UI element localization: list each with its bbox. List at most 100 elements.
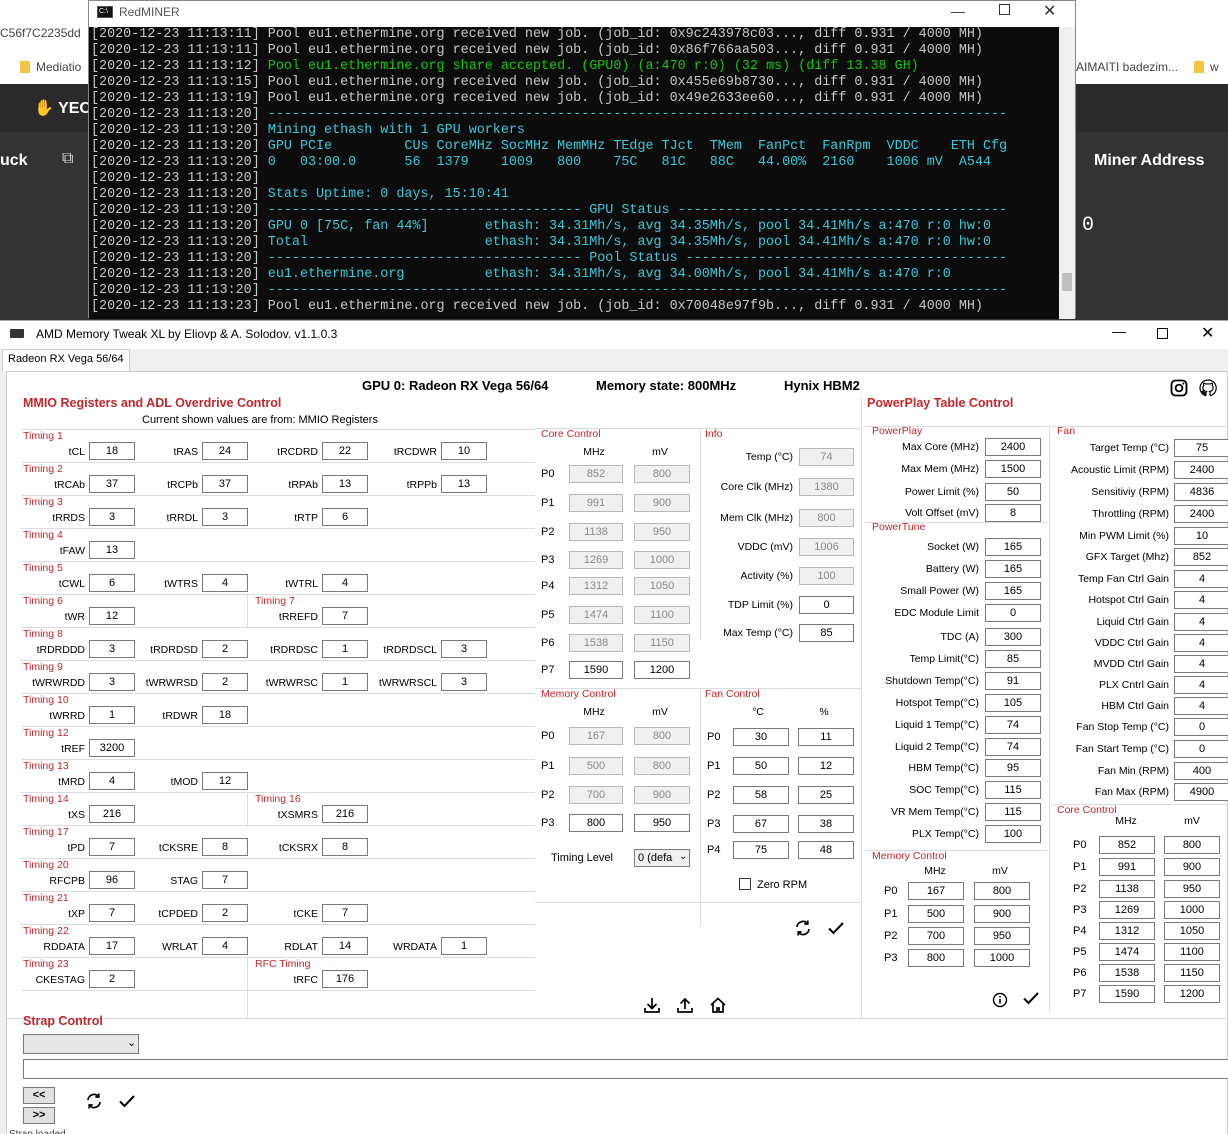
powertune-input[interactable]: 105 <box>985 694 1041 712</box>
powertune-input[interactable]: 85 <box>985 650 1041 668</box>
pp-core-mv-input[interactable]: 900 <box>1164 858 1220 876</box>
timing-input-txs[interactable]: 216 <box>89 805 135 823</box>
pp-fan-input[interactable]: 4 <box>1174 613 1228 631</box>
info-input[interactable]: 85 <box>799 624 854 642</box>
pp-mem-mv-input[interactable]: 1000 <box>974 949 1030 967</box>
fan-pct-input[interactable]: 12 <box>798 757 854 775</box>
timing-input-tcl[interactable]: 18 <box>89 442 135 460</box>
scrollbar-thumb[interactable] <box>1062 273 1072 291</box>
pp-fan-input[interactable]: 2400 <box>1174 505 1228 523</box>
pp-fan-input[interactable]: 4 <box>1174 655 1228 673</box>
timing-input-trfc[interactable]: 176 <box>322 970 368 988</box>
download-icon[interactable] <box>641 994 663 1016</box>
timing-input-trppb[interactable]: 13 <box>441 475 487 493</box>
timing-input-txp[interactable]: 7 <box>89 904 135 922</box>
bookmark-aimaiti[interactable]: AIMAITI badezim... <box>1076 60 1178 78</box>
close-icon[interactable]: ✕ <box>1043 1 1056 21</box>
pp-core-mhz-input[interactable]: 1474 <box>1099 943 1155 961</box>
powerplay-input[interactable]: 2400 <box>985 438 1041 456</box>
github-icon[interactable] <box>1197 377 1219 399</box>
timing-input-tmod[interactable]: 12 <box>202 772 248 790</box>
info-icon[interactable] <box>989 989 1011 1011</box>
timing-input-twr[interactable]: 12 <box>89 607 135 625</box>
strap-text-input[interactable] <box>23 1059 1228 1079</box>
timing-input-trrefd[interactable]: 7 <box>322 607 368 625</box>
fan-pct-input[interactable]: 48 <box>798 841 854 859</box>
pp-core-mhz-input[interactable]: 1312 <box>1099 922 1155 940</box>
timing-input-tcksre[interactable]: 8 <box>202 838 248 856</box>
pp-mem-mv-input[interactable]: 900 <box>974 905 1030 923</box>
pp-core-mhz-input[interactable]: 1590 <box>1099 985 1155 1003</box>
pp-fan-input[interactable]: 4 <box>1174 697 1228 715</box>
powertune-input[interactable]: 115 <box>985 803 1041 821</box>
external-link-icon[interactable]: ⧉ <box>62 150 73 168</box>
pp-apply-check-icon[interactable] <box>1020 987 1042 1009</box>
timing-input-tfaw[interactable]: 13 <box>89 541 135 559</box>
pp-mem-mhz-input[interactable]: 167 <box>908 882 964 900</box>
pp-fan-input[interactable]: 4836 <box>1174 483 1228 501</box>
pp-core-mhz-input[interactable]: 991 <box>1099 858 1155 876</box>
pp-core-mhz-input[interactable]: 852 <box>1099 836 1155 854</box>
timing-input-twrwrscl[interactable]: 3 <box>441 673 487 691</box>
fan-pct-input[interactable]: 38 <box>798 815 854 833</box>
timing-input-tpd[interactable]: 7 <box>89 838 135 856</box>
timing-input-tcksrx[interactable]: 8 <box>322 838 368 856</box>
pp-fan-input[interactable]: 0 <box>1174 740 1228 758</box>
timing-input-rddata[interactable]: 17 <box>89 937 135 955</box>
pp-mem-mhz-input[interactable]: 800 <box>908 949 964 967</box>
powertune-input[interactable]: 165 <box>985 582 1041 600</box>
refresh-icon[interactable] <box>792 917 814 939</box>
timing-input-tmrd[interactable]: 4 <box>89 772 135 790</box>
pp-fan-input[interactable]: 400 <box>1174 762 1228 780</box>
strap-refresh-icon[interactable] <box>83 1090 105 1112</box>
powertune-input[interactable]: 300 <box>985 628 1041 646</box>
powertune-input[interactable]: 74 <box>985 738 1041 756</box>
timing-input-trdrdscl[interactable]: 3 <box>441 640 487 658</box>
prev-strap-button[interactable]: << <box>23 1087 55 1104</box>
pp-core-mv-input[interactable]: 1000 <box>1164 901 1220 919</box>
fan-temp-input[interactable]: 75 <box>733 841 789 859</box>
powerplay-input[interactable]: 1500 <box>985 460 1041 478</box>
upload-icon[interactable] <box>674 994 696 1016</box>
pp-core-mv-input[interactable]: 1100 <box>1164 943 1220 961</box>
pp-fan-input[interactable]: 4 <box>1174 591 1228 609</box>
minimize-icon[interactable]: — <box>951 3 965 19</box>
powertune-input[interactable]: 115 <box>985 781 1041 799</box>
pp-fan-input[interactable]: 4 <box>1174 634 1228 652</box>
fan-temp-input[interactable]: 58 <box>733 786 789 804</box>
timing-input-tcke[interactable]: 7 <box>322 904 368 922</box>
timing-input-txsmrs[interactable]: 216 <box>322 805 368 823</box>
powertune-input[interactable]: 0 <box>985 604 1041 622</box>
timing-input-trdrddd[interactable]: 3 <box>89 640 135 658</box>
powertune-input[interactable]: 100 <box>985 825 1041 843</box>
powertune-input[interactable]: 165 <box>985 560 1041 578</box>
timing-input-twrrd[interactable]: 1 <box>89 706 135 724</box>
powerplay-input[interactable]: 8 <box>985 504 1041 522</box>
pp-fan-input[interactable]: 4 <box>1174 676 1228 694</box>
timing-input-trtp[interactable]: 6 <box>322 508 368 526</box>
apply-check-icon[interactable] <box>825 917 847 939</box>
timing-input-rfcpb[interactable]: 96 <box>89 871 135 889</box>
bookmark-w[interactable]: w <box>1194 60 1219 78</box>
pp-core-mv-input[interactable]: 1150 <box>1164 964 1220 982</box>
pp-core-mv-input[interactable]: 800 <box>1164 836 1220 854</box>
timing-input-trdrdsd[interactable]: 2 <box>202 640 248 658</box>
pp-mem-mv-input[interactable]: 950 <box>974 927 1030 945</box>
timing-input-trcdwr[interactable]: 10 <box>441 442 487 460</box>
timing-input-twrwrsc[interactable]: 1 <box>322 673 368 691</box>
info-input[interactable]: 0 <box>799 596 854 614</box>
timing-input-tcwl[interactable]: 6 <box>89 574 135 592</box>
pp-core-mv-input[interactable]: 1200 <box>1164 985 1220 1003</box>
maximize-icon[interactable] <box>1157 328 1168 339</box>
pp-fan-input[interactable]: 0 <box>1174 718 1228 736</box>
timing-input-wrdata[interactable]: 1 <box>441 937 487 955</box>
timing-input-tras[interactable]: 24 <box>202 442 248 460</box>
timing-input-trcab[interactable]: 37 <box>89 475 135 493</box>
pp-fan-input[interactable]: 4 <box>1174 570 1228 588</box>
timing-input-trrdl[interactable]: 3 <box>202 508 248 526</box>
instagram-icon[interactable] <box>1168 377 1190 399</box>
mem-mhz-input[interactable]: 800 <box>569 814 623 832</box>
close-icon[interactable]: ✕ <box>1201 323 1214 343</box>
tab-gpu-vega[interactable]: Radeon RX Vega 56/64 <box>2 349 130 371</box>
pp-mem-mhz-input[interactable]: 500 <box>908 905 964 923</box>
